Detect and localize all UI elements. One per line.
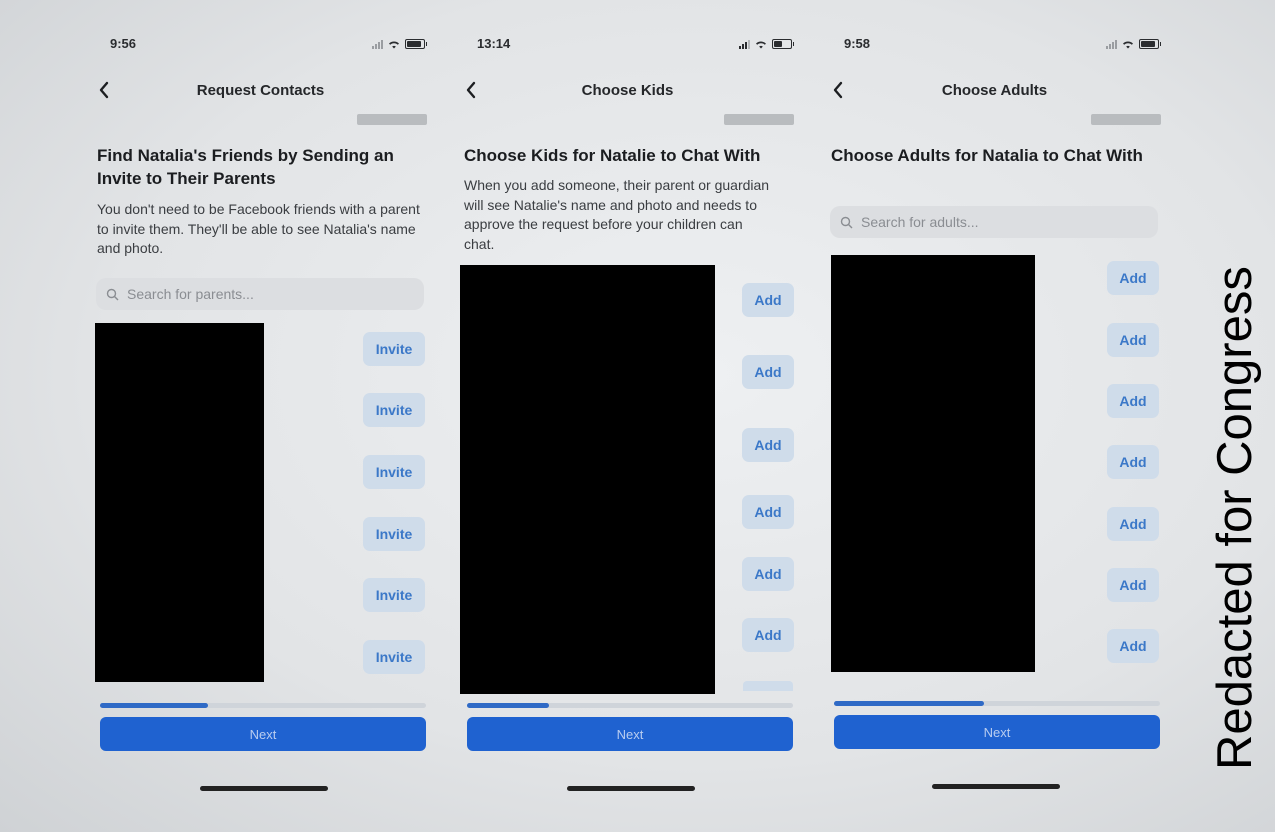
- progress-fill: [100, 703, 208, 708]
- home-indicator: [567, 786, 695, 791]
- choose-kids-screen: 13:14 Choose Kids Choose Kids for Natali…: [455, 0, 800, 832]
- next-button[interactable]: Next: [100, 717, 426, 751]
- add-button[interactable]: Add: [742, 618, 794, 652]
- battery-icon: [1139, 39, 1161, 49]
- invite-button[interactable]: Invite: [363, 332, 425, 366]
- invite-button[interactable]: Invite: [363, 517, 425, 551]
- navigation-bar: Request Contacts: [88, 78, 433, 104]
- blurred-label: [724, 114, 794, 125]
- battery-icon: [405, 39, 427, 49]
- home-indicator: [932, 784, 1060, 789]
- progress-fill: [467, 703, 549, 708]
- next-button[interactable]: Next: [834, 715, 1160, 749]
- request-contacts-screen: 9:56 Request Contacts Find Natalia's Fri…: [88, 0, 433, 832]
- section-description: You don't need to be Facebook friends wi…: [97, 201, 420, 256]
- blurred-label: [1091, 114, 1161, 125]
- add-button[interactable]: Add: [742, 283, 794, 317]
- status-bar: 9:56: [88, 36, 433, 56]
- progress-bar: [467, 703, 793, 708]
- add-button[interactable]: Add: [1107, 507, 1159, 541]
- choose-adults-screen: 9:58 Choose Adults Choose Adults for Nat…: [822, 0, 1167, 832]
- invite-button[interactable]: Invite: [363, 578, 425, 612]
- progress-bar: [100, 703, 426, 708]
- status-time: 13:14: [477, 36, 511, 51]
- page-title: Choose Adults: [941, 82, 1048, 99]
- status-icons: [1106, 39, 1161, 49]
- status-time: 9:56: [110, 36, 137, 51]
- add-button[interactable]: Add: [1107, 384, 1159, 418]
- status-bar: 13:14: [455, 36, 800, 56]
- add-button[interactable]: Add: [1107, 445, 1159, 479]
- add-button[interactable]: Add: [742, 428, 794, 462]
- status-bar: 9:58: [822, 36, 1167, 56]
- battery-icon: [772, 39, 794, 49]
- status-icons: [372, 39, 427, 49]
- section-heading: Choose Adults for Natalia to Chat With: [831, 146, 1143, 165]
- add-button[interactable]: Add: [742, 495, 794, 529]
- partially-visible-add-button: [743, 681, 793, 691]
- redacted-contact-list: [460, 265, 715, 694]
- navigation-bar: Choose Adults: [822, 78, 1167, 104]
- status-time: 9:58: [844, 36, 871, 51]
- cellular-signal-icon: [1106, 39, 1117, 49]
- search-icon: [106, 288, 119, 300]
- redacted-contact-list: [831, 255, 1035, 672]
- blurred-label: [357, 114, 427, 125]
- section-description: When you add someone, their parent or gu…: [464, 177, 770, 252]
- redaction-watermark: Redacted for Congress: [1208, 266, 1262, 770]
- cellular-signal-icon: [372, 39, 383, 49]
- cellular-signal-icon: [739, 39, 750, 49]
- page-title: Request Contacts: [196, 82, 325, 99]
- search-adults-input[interactable]: [859, 213, 1143, 231]
- add-button[interactable]: Add: [742, 557, 794, 591]
- add-button[interactable]: Add: [1107, 323, 1159, 357]
- redacted-contact-list: [95, 323, 264, 682]
- search-bar[interactable]: [830, 206, 1158, 238]
- next-button[interactable]: Next: [467, 717, 793, 751]
- navigation-bar: Choose Kids: [455, 78, 800, 104]
- wifi-icon: [389, 40, 399, 48]
- search-icon: [840, 216, 853, 228]
- wifi-icon: [756, 40, 766, 48]
- section-heading: Choose Kids for Natalie to Chat With: [464, 146, 761, 165]
- invite-button[interactable]: Invite: [363, 455, 425, 489]
- add-button[interactable]: Add: [742, 355, 794, 389]
- invite-button[interactable]: Invite: [363, 640, 425, 674]
- progress-fill: [834, 701, 984, 706]
- section-heading: Find Natalia's Friends by Sending an Inv…: [97, 146, 394, 188]
- add-button[interactable]: Add: [1107, 261, 1159, 295]
- search-parents-input[interactable]: [125, 285, 409, 303]
- search-bar[interactable]: [96, 278, 424, 310]
- home-indicator: [200, 786, 328, 791]
- status-icons: [739, 39, 794, 49]
- invite-button[interactable]: Invite: [363, 393, 425, 427]
- wifi-icon: [1123, 40, 1133, 48]
- page-title: Choose Kids: [581, 82, 674, 99]
- add-button[interactable]: Add: [1107, 568, 1159, 602]
- progress-bar: [834, 701, 1160, 706]
- add-button[interactable]: Add: [1107, 629, 1159, 663]
